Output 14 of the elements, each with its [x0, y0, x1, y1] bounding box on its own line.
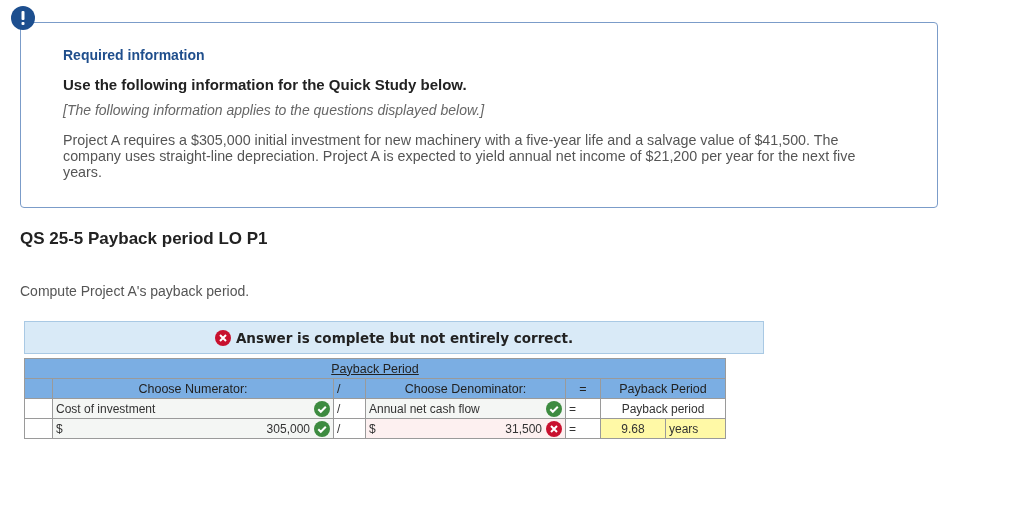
question-title: QS 25-5 Payback period LO P1	[20, 229, 269, 249]
table-cell: /	[333, 398, 366, 419]
panel-subheading: Use the following information for the Quick Study below.	[63, 76, 468, 93]
question-prompt: Compute Project A's payback period.	[20, 283, 251, 299]
problem-text: Project A requires a $305,000 initial investment for new machinery with a five-year life and a salvage value of $41,500. The company uses straight-line depreciation. Project A is expected to yield annual net income of $21,200 per year for the next five years.	[63, 132, 857, 180]
table-title: Payback Period	[24, 358, 726, 379]
table-cell: /	[333, 418, 366, 439]
panel-note: [The following information applies to the questions displayed below.]	[63, 102, 486, 118]
table-cell: Payback period	[600, 398, 726, 419]
panel-heading: Required information	[63, 47, 206, 63]
table-cell: =	[565, 398, 601, 419]
table-cell: =	[565, 418, 601, 439]
exclamation-icon	[11, 6, 35, 30]
feedback-message: Answer is complete but not entirely correct.	[235, 329, 574, 346]
